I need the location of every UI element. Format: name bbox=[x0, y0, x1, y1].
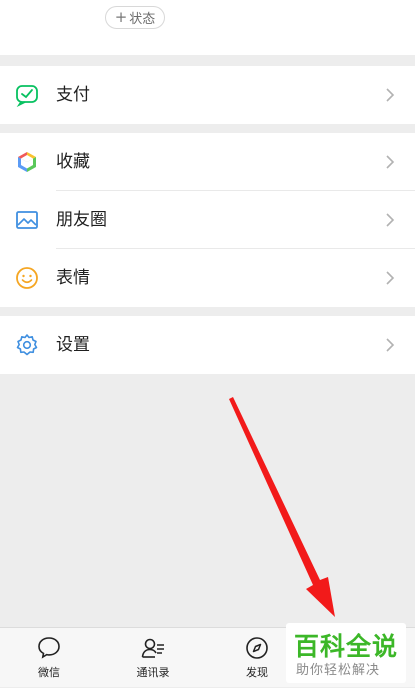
menu-group-settings: 设置 bbox=[0, 316, 415, 374]
add-status-button[interactable]: + 状态 bbox=[105, 6, 165, 29]
gear-icon bbox=[15, 333, 39, 357]
smiley-icon bbox=[15, 266, 39, 290]
menu-item-settings-label: 设置 bbox=[56, 335, 90, 355]
cube-icon bbox=[15, 150, 39, 174]
tab-chats-label: 微信 bbox=[38, 666, 60, 679]
chevron-right-icon bbox=[386, 213, 395, 227]
watermark-title: 百科全说 bbox=[294, 632, 399, 661]
menu-item-moments-label: 朋友圈 bbox=[56, 210, 107, 230]
menu-item-pay-label: 支付 bbox=[56, 85, 90, 105]
pay-icon bbox=[15, 83, 39, 107]
picture-icon bbox=[15, 208, 39, 232]
tab-chats[interactable]: 微信 bbox=[14, 628, 84, 688]
watermark: 百科全说 助你轻松解决 bbox=[286, 623, 406, 683]
contacts-icon bbox=[141, 638, 164, 658]
chevron-right-icon bbox=[386, 155, 395, 169]
menu-group-content: 收藏 朋友圈 表情 bbox=[0, 133, 415, 307]
menu-item-favorites-label: 收藏 bbox=[56, 152, 90, 172]
chevron-right-icon bbox=[386, 271, 395, 285]
menu-item-stickers[interactable]: 表情 bbox=[0, 249, 415, 307]
compass-icon bbox=[246, 637, 268, 659]
menu-item-moments[interactable]: 朋友圈 bbox=[0, 191, 415, 249]
tab-contacts-label: 通讯录 bbox=[136, 666, 170, 679]
chevron-right-icon bbox=[386, 88, 395, 102]
chat-bubble-icon bbox=[38, 637, 60, 659]
plus-icon: + bbox=[114, 8, 128, 26]
tab-contacts[interactable]: 通讯录 bbox=[118, 628, 188, 688]
profile-header: + 状态 bbox=[0, 0, 415, 55]
add-status-label: 状态 bbox=[129, 12, 156, 27]
menu-item-settings[interactable]: 设置 bbox=[0, 316, 415, 374]
chevron-right-icon bbox=[386, 338, 395, 352]
menu-item-pay[interactable]: 支付 bbox=[0, 66, 415, 124]
tab-discover-label: 发现 bbox=[246, 666, 268, 679]
menu-group-pay: 支付 bbox=[0, 66, 415, 124]
menu-item-stickers-label: 表情 bbox=[56, 268, 90, 288]
tab-discover[interactable]: 发现 bbox=[222, 628, 292, 688]
menu-item-favorites[interactable]: 收藏 bbox=[0, 133, 415, 191]
watermark-subtitle: 助你轻松解决 bbox=[296, 663, 381, 678]
